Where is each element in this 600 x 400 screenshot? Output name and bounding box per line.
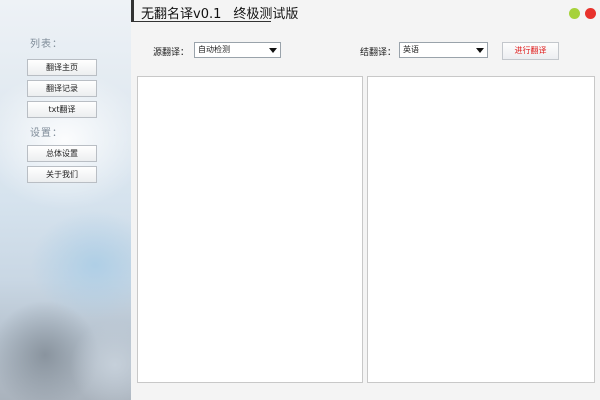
nav-about-us-button[interactable]: 关于我们 [27,166,97,183]
target-language-value: 英语 [403,45,419,54]
target-language-label: 结翻译： [360,48,397,58]
list-section-label: 列表： [30,39,63,50]
source-language-label: 源翻译： [153,48,190,58]
chevron-down-icon [269,48,277,53]
settings-section-label: 设置： [30,128,63,139]
minimize-icon[interactable] [569,8,580,19]
close-icon[interactable] [585,8,596,19]
source-language-select[interactable]: 自动检测 [194,42,281,58]
title-accent-bar [131,0,134,22]
sidebar: 列表： 翻译主页 翻译记录 txt翻译 设置： 总体设置 关于我们 [0,0,131,400]
result-text-panel[interactable] [367,76,595,383]
app-name: 无翻名译v0.1 [141,7,222,22]
translate-button[interactable]: 进行翻译 [502,42,559,60]
sidebar-background-light [70,320,131,400]
nav-translate-history-button[interactable]: 翻译记录 [27,80,97,97]
source-text-panel[interactable] [137,76,363,383]
source-language-value: 自动检测 [198,45,230,54]
app-title: 无翻名译v0.1 终极测试版 [141,3,298,22]
nav-translate-home-button[interactable]: 翻译主页 [27,59,97,76]
target-language-select[interactable]: 英语 [399,42,488,58]
main-area: 无翻名译v0.1 终极测试版 源翻译： 自动检测 结翻译： 英语 进行翻译 [131,0,600,400]
chevron-down-icon [476,48,484,53]
title-underline [131,21,271,22]
app-edition: 终极测试版 [233,7,299,22]
nav-txt-translate-button[interactable]: txt翻译 [27,101,97,118]
nav-general-settings-button[interactable]: 总体设置 [27,145,97,162]
